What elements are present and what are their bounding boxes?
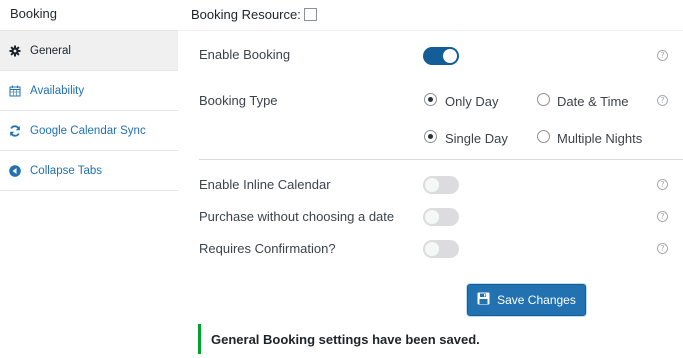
help-icon[interactable]: ? — [657, 179, 668, 190]
booking-type-label: Booking Type — [199, 93, 278, 108]
help-icon[interactable]: ? — [657, 50, 668, 61]
help-icon[interactable]: ? — [657, 243, 668, 254]
inline-calendar-toggle[interactable] — [423, 176, 459, 194]
collapse-arrow-icon — [8, 164, 22, 178]
sidebar-item-label: Google Calendar Sync — [30, 125, 146, 137]
sidebar-item-label: General — [30, 45, 71, 57]
sidebar-item-availability[interactable]: Availability — [0, 70, 178, 111]
toggle-knob — [425, 178, 439, 192]
requires-confirmation-label: Requires Confirmation? — [199, 241, 336, 256]
enable-booking-toggle[interactable] — [423, 47, 459, 65]
toggle-knob — [425, 242, 439, 256]
booking-resource-row: Booking Resource: — [191, 7, 317, 22]
settings-sidebar: Booking General Availability Google Cale… — [0, 0, 178, 358]
radio-only-day-label: Only Day — [445, 94, 499, 109]
success-notice: General Booking settings have been saved… — [198, 324, 683, 354]
sidebar-title: Booking — [10, 6, 57, 21]
purchase-without-date-label: Purchase without choosing a date — [199, 209, 395, 224]
help-icon[interactable]: ? — [657, 211, 668, 222]
radio-multiple-nights[interactable] — [537, 130, 550, 143]
toggle-knob — [443, 49, 457, 63]
radio-single-day-label: Single Day — [445, 131, 508, 146]
requires-confirmation-toggle[interactable] — [423, 240, 459, 258]
calendar-icon — [8, 84, 22, 98]
save-changes-button[interactable]: Save Changes — [467, 284, 586, 316]
radio-date-time[interactable] — [537, 93, 550, 106]
sidebar-item-label: Collapse Tabs — [30, 164, 103, 177]
sync-icon — [8, 124, 22, 138]
sidebar-item-label: Availability — [30, 85, 85, 97]
section-divider — [199, 159, 683, 160]
inline-calendar-label: Enable Inline Calendar — [199, 177, 331, 192]
booking-resource-checkbox[interactable] — [303, 8, 317, 21]
save-changes-label: Save Changes — [497, 293, 576, 307]
purchase-without-date-toggle[interactable] — [423, 208, 459, 226]
sidebar-item-general[interactable]: General — [0, 30, 178, 71]
help-icon[interactable]: ? — [657, 95, 668, 106]
toggle-knob — [425, 210, 439, 224]
notice-message: General Booking settings have been saved… — [211, 331, 480, 347]
gear-icon — [8, 44, 22, 58]
radio-only-day[interactable] — [424, 93, 437, 106]
save-icon — [477, 292, 490, 308]
enable-booking-label: Enable Booking — [199, 47, 291, 62]
radio-single-day[interactable] — [424, 130, 437, 143]
radio-multiple-nights-label: Multiple Nights — [557, 131, 643, 146]
booking-resource-label: Booking Resource: — [191, 7, 301, 22]
sidebar-item-google-calendar-sync[interactable]: Google Calendar Sync — [0, 110, 178, 151]
radio-date-time-label: Date & Time — [557, 94, 629, 109]
sidebar-item-collapse-tabs[interactable]: Collapse Tabs — [0, 150, 178, 191]
